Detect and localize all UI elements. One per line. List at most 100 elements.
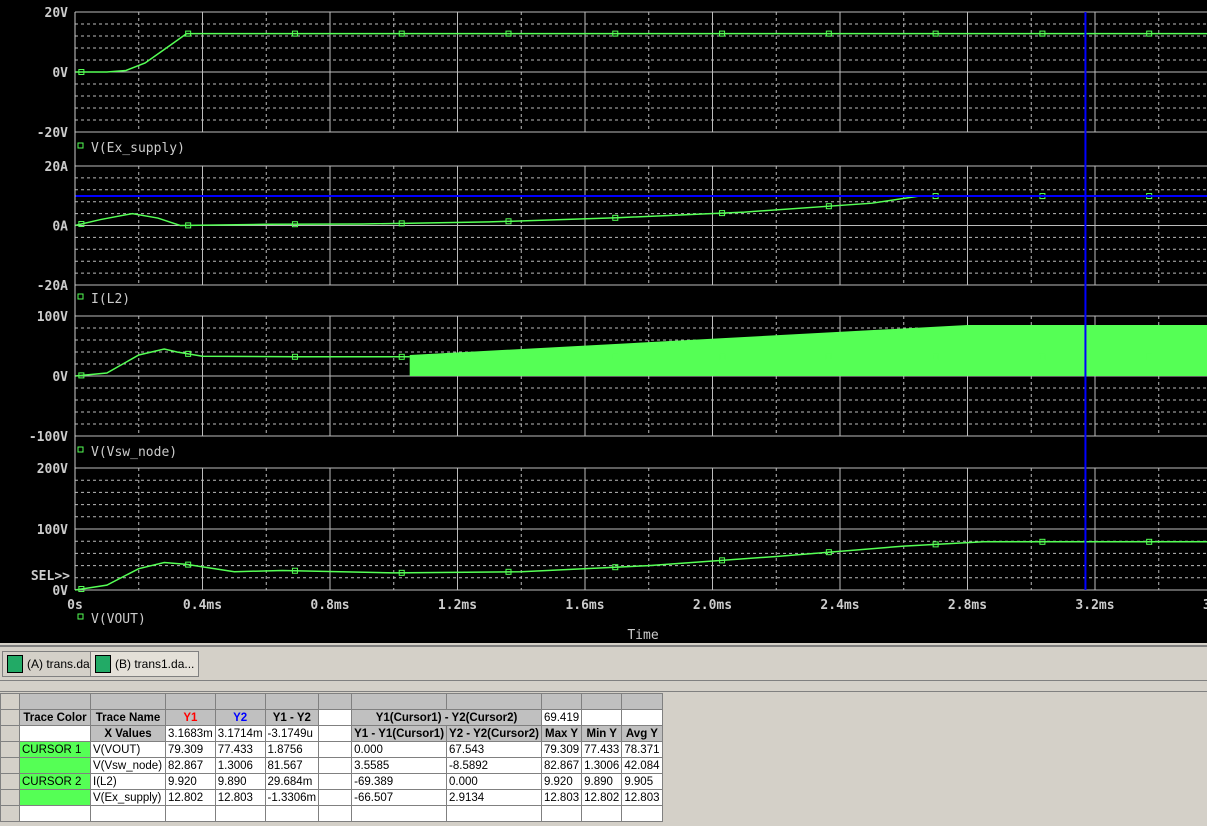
cell [318,741,353,758]
legend-marker-icon [77,293,84,300]
header-y1-y2: Y1 - Y2 [264,709,320,726]
cell: 67.543 [446,741,542,758]
cell: 42.084 [621,757,663,774]
x-value-y2: 3.1714m [214,725,266,742]
cell: 79.309 [540,741,583,758]
cell: 9.890 [214,773,266,790]
cell: 12.803 [540,789,583,806]
cell: 9.920 [540,773,583,790]
x-values-label: X Values [90,725,166,742]
cursor-diff-value: 69.419 [540,709,583,726]
y-tick-label: -20A [37,279,68,294]
x-axis-label: Time [627,628,658,643]
tab-trans-dat[interactable]: (A) trans.dat [2,651,99,677]
legend-label[interactable]: I(L2) [91,292,130,307]
y-tick-label: 100V [37,523,68,538]
cell [318,757,353,774]
cell: 29.684m [264,773,320,790]
plot-2[interactable]: 100V 0V -100V V(Vsw_node) [29,310,1207,460]
cell: 9.905 [621,773,663,790]
cell: -8.5892 [446,757,542,774]
trace-line[interactable] [74,348,410,377]
cell: 1.3006 [214,757,266,774]
x-tick-label: 2.8ms [948,598,987,613]
header-y2-delta: Y2 - Y2(Cursor2) [446,725,542,742]
x-tick-label: 0.4ms [183,598,222,613]
legend-label[interactable]: V(VOUT) [91,612,146,627]
file-tabs: (A) trans.dat (B) trans1.da... [0,645,1207,679]
y-tick-label: 0V [52,584,68,599]
header-min-y: Min Y [581,725,623,742]
y-tick-label: 20V [45,6,69,21]
cell: V(Ex_supply) [90,789,166,806]
y-tick-label: 0V [52,66,68,81]
plot-1[interactable]: 20A 0A -20A I(L2) [37,160,1207,307]
waveform-plots[interactable]: 20V 0V -20V V(Ex_supply) 20A 0A -20A I(L2) 100V 0… [0,0,1207,643]
cell: -66.507 [351,789,448,806]
cell: 0.000 [351,741,448,758]
x-tick-label: 2.0ms [693,598,732,613]
x-tick-label: 2.4ms [820,598,859,613]
cell: 9.890 [581,773,623,790]
tab-label: (A) trans.dat [27,657,94,671]
cell: -69.389 [351,773,448,790]
cell: 12.803 [214,789,266,806]
probe-plot-window[interactable]: 20V 0V -20V V(Ex_supply) 20A 0A -20A I(L2) 100V 0… [0,0,1207,643]
cell: 3.5585 [351,757,448,774]
cell: V(VOUT) [90,741,166,758]
cell: CURSOR 2 [19,773,91,790]
cell: 77.433 [581,741,623,758]
waveform-file-icon [7,655,23,673]
trace-line[interactable] [74,195,1207,227]
legend-label[interactable]: V(Ex_supply) [91,141,185,156]
row-header[interactable] [0,789,20,806]
legend-label[interactable]: V(Vsw_node) [91,445,177,460]
legend-marker-icon [77,446,84,453]
y-tick-label: 200V [37,462,68,477]
cell: -1.3306m [264,789,320,806]
x-tick-label: 0.8ms [310,598,349,613]
header-max-y: Max Y [540,725,583,742]
row-header[interactable] [0,741,20,758]
y-tick-label: -20V [37,126,68,141]
cell: 1.8756 [264,741,320,758]
x-tick-label: 3.2ms [1075,598,1114,613]
y-tick-label: 0A [52,220,68,235]
header-trace-color: Trace Color [19,709,91,726]
row-header[interactable] [0,757,20,774]
waveform-file-icon [95,655,111,673]
y-tick-label: -100V [29,430,68,445]
x-tick-label: 0s [67,598,83,613]
tab-label: (B) trans1.da... [115,657,195,671]
cell: I(L2) [90,773,166,790]
cell: 12.802 [581,789,623,806]
table-blank-row [0,693,663,710]
cell [19,789,91,806]
table-row[interactable]: CURSOR 1 V(VOUT) 79.309 77.433 1.8756 0.000 67… [0,741,663,758]
row-header[interactable] [0,773,20,790]
selected-plot-marker: SEL>> [31,569,70,584]
cursor-table: Trace Color Trace Name Y1 Y2 Y1 - Y2 Y1(… [0,693,663,822]
legend-marker-icon [77,142,84,149]
cell: 2.9134 [446,789,542,806]
x-values-row: X Values 3.1683m 3.1714m -3.1749u Y1 - Y… [0,725,663,742]
plot-0[interactable]: 20V 0V -20V V(Ex_supply) [37,6,1207,156]
header-avg-y: Avg Y [621,725,663,742]
trace-line[interactable] [75,32,1207,73]
table-row[interactable]: CURSOR 2 I(L2) 9.920 9.890 29.684m -69.389 0.0… [0,773,663,790]
cell [318,789,353,806]
cell: 1.3006 [581,757,623,774]
table-row[interactable]: V(Ex_supply) 12.802 12.803 -1.3306m -66.507 2… [0,789,663,806]
cell: 9.920 [165,773,216,790]
cell [19,757,91,774]
x-value-y1: 3.1683m [165,725,216,742]
table-header-row: Trace Color Trace Name Y1 Y2 Y1 - Y2 Y1(… [0,709,663,726]
tab-trans1-dat[interactable]: (B) trans1.da... [90,651,200,677]
table-row[interactable]: V(Vsw_node) 82.867 1.3006 81.567 3.5585 -8.58… [0,757,663,774]
y-tick-label: 20A [45,160,69,175]
cell: 78.371 [621,741,663,758]
header-cursor-diff: Y1(Cursor1) - Y2(Cursor2) [351,709,542,726]
splitter[interactable] [0,680,1207,692]
switching-envelope [409,325,1207,376]
header-y2: Y2 [214,709,266,726]
